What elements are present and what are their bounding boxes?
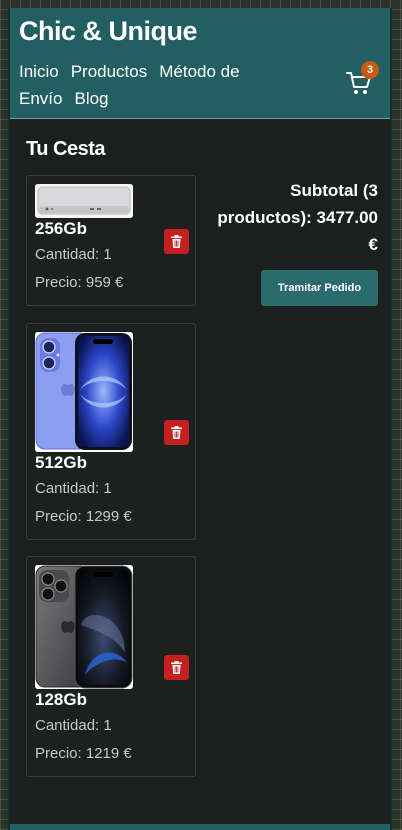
- trash-icon: [171, 661, 182, 674]
- cart-count-badge: 3: [361, 61, 379, 79]
- cart-title: Tu Cesta: [26, 138, 105, 160]
- trash-icon: [171, 426, 182, 439]
- subtotal-text: Subtotal (3 productos): 3477.00 €: [217, 181, 378, 254]
- delete-item-button[interactable]: [164, 229, 189, 254]
- page-frame: Chic & Unique Inicio Productos Método de E…: [8, 8, 392, 830]
- trash-icon: [171, 235, 182, 248]
- item-name: 256Gb: [35, 219, 87, 238]
- product-image-mac-mini: [35, 184, 133, 218]
- delete-item-button[interactable]: [164, 655, 189, 680]
- site-header: Chic & Unique Inicio Productos Método de E…: [10, 8, 390, 119]
- nav-link-inicio[interactable]: Inicio: [19, 62, 59, 81]
- product-image-iphone-titanium: [35, 565, 133, 689]
- checkout-button[interactable]: Tramitar Pedido: [261, 270, 378, 306]
- cart-item: 128Gb Cantidad: 1 Precio: 1219 €: [26, 556, 196, 777]
- delete-item-button[interactable]: [164, 420, 189, 445]
- nav-link-blog[interactable]: Blog: [74, 89, 108, 108]
- item-name: 128Gb: [35, 690, 87, 709]
- nav-link-productos[interactable]: Productos: [71, 62, 148, 81]
- item-price: Precio: 1219 €: [35, 745, 132, 762]
- cart-item: 256Gb Cantidad: 1 Precio: 959 €: [26, 175, 196, 306]
- cart-item: 512Gb Cantidad: 1 Precio: 1299 €: [26, 323, 196, 540]
- item-quantity: Cantidad: 1: [35, 717, 112, 734]
- brand-logo[interactable]: Chic & Unique: [19, 16, 198, 47]
- item-quantity: Cantidad: 1: [35, 480, 112, 497]
- item-quantity: Cantidad: 1: [35, 246, 112, 263]
- product-image-iphone-blue: [35, 332, 133, 452]
- item-price: Precio: 1299 €: [35, 508, 132, 525]
- main-nav: Inicio Productos Método de Envío Blog: [19, 58, 309, 112]
- item-name: 512Gb: [35, 453, 87, 472]
- footer-strip: [10, 824, 390, 830]
- item-price: Precio: 959 €: [35, 274, 124, 291]
